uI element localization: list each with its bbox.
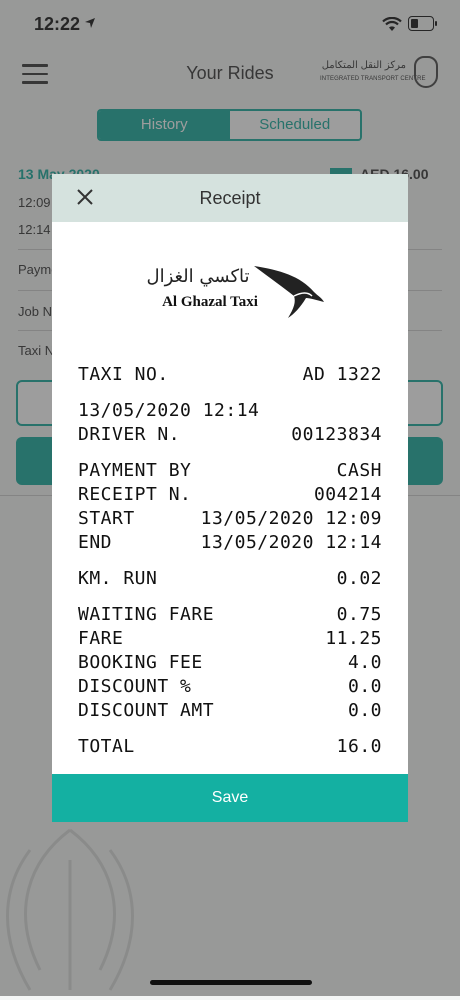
receipt-value: 0.02 [336,568,382,589]
receipt-line: DISCOUNT % 0.0 [78,676,382,698]
logo-arabic-text: تاكسي الغزال [146,266,250,287]
gazelle-icon [254,266,324,318]
receipt-key: RECEIPT N. [78,484,192,505]
receipt-value: 13/05/2020 12:09 [200,508,382,529]
receipt-value: 11.25 [325,628,382,649]
receipt-key: END [78,532,113,553]
receipt-value: 13/05/2020 12:14 [200,532,382,553]
receipt-line: FARE 11.25 [78,628,382,650]
receipt-line: KM. RUN 0.02 [78,568,382,590]
receipt-line: END 13/05/2020 12:14 [78,532,382,554]
receipt-value: 00123834 [291,424,382,445]
receipt-line: WAITING FARE 0.75 [78,604,382,626]
receipt-key: KM. RUN [78,568,158,589]
modal-title: Receipt [199,188,261,208]
receipt-line: DISCOUNT AMT 0.0 [78,700,382,722]
receipt-key: PAYMENT BY [78,460,192,481]
receipt-key: DISCOUNT AMT [78,700,215,721]
receipt-line: DRIVER N. 00123834 [78,424,382,446]
receipt-key: WAITING FARE [78,604,215,625]
receipt-key: FARE [78,628,124,649]
receipt-value: 4.0 [347,652,382,673]
receipt-value: 0.75 [336,604,382,625]
receipt-value: 16.0 [336,736,382,757]
receipt-line: 13/05/2020 12:14 [78,400,382,422]
receipt-key: DISCOUNT % [78,676,192,697]
save-button[interactable]: Save [52,774,408,822]
receipt-key: 13/05/2020 12:14 [78,400,260,421]
receipt-value: 0.0 [347,676,382,697]
al-ghazal-taxi-logo: تاكسي الغزال Al Ghazal Taxi [140,262,330,322]
receipt-value: CASH [336,460,382,481]
receipt-value: AD 1322 [302,364,382,385]
home-indicator [150,980,312,985]
receipt-line: PAYMENT BY CASH [78,460,382,482]
receipt-modal: Receipt تاكسي الغزال Al Ghazal Taxi TAXI… [52,174,408,822]
receipt-key: TAXI NO. [78,364,169,385]
receipt-line: BOOKING FEE 4.0 [78,652,382,674]
receipt-line-total: TOTAL 16.0 [78,736,382,758]
receipt-line: TAXI NO. AD 1322 [78,364,382,386]
receipt-key: START [78,508,135,529]
receipt-key: BOOKING FEE [78,652,203,673]
receipt-value: 0.0 [347,700,382,721]
receipt-value: 004214 [313,484,382,505]
receipt-key: TOTAL [78,736,135,757]
receipt-line: START 13/05/2020 12:09 [78,508,382,530]
modal-header: Receipt [52,174,408,222]
receipt-key: DRIVER N. [78,424,181,445]
receipt-line: RECEIPT N. 004214 [78,484,382,506]
